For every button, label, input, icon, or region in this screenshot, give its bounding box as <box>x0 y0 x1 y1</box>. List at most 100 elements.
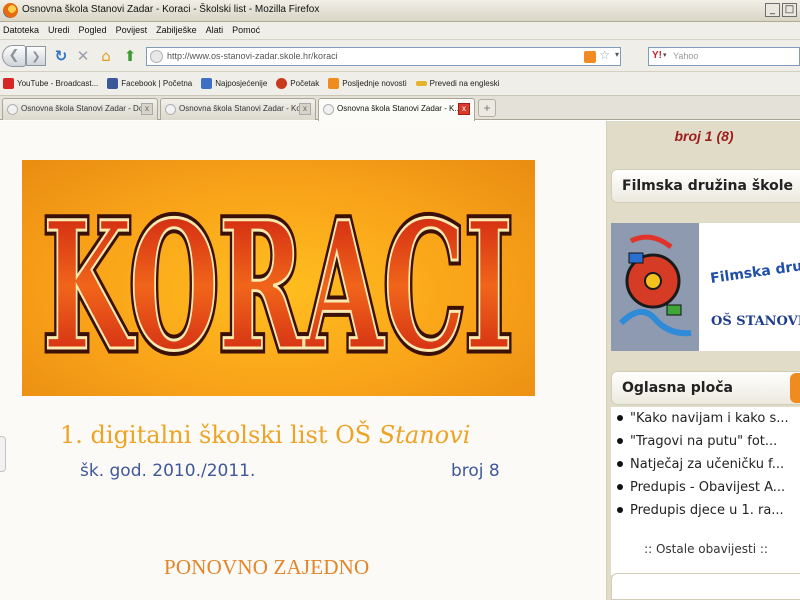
bookmark-label: Facebook | Početna <box>121 79 193 88</box>
site-identity-icon[interactable] <box>150 50 163 63</box>
minimize-button[interactable]: _ <box>765 3 780 17</box>
notice-list: "Kako navijam i kako s... "Tragovi na pu… <box>611 407 800 575</box>
menu-tools[interactable]: Alati <box>206 22 224 39</box>
menu-bar: Datoteka Uredi Pogled Povijest Zabilješk… <box>0 22 800 40</box>
notice-link[interactable]: "Tragovi na putu" fot... <box>630 434 777 449</box>
bookmark-youtube[interactable]: YouTube - Broadcast... <box>3 78 98 89</box>
site-favicon-icon <box>165 104 176 115</box>
logo-text: KORACI <box>43 183 513 390</box>
url-text[interactable]: http://www.os-stanovi-zadar.skole.hr/kor… <box>167 51 338 61</box>
article-headline[interactable]: PONOVNO ZAJEDNO <box>164 555 369 580</box>
notice-link[interactable]: "Kako navijam i kako s... <box>630 411 789 426</box>
notice-board-title: Oglasna ploča <box>622 380 733 396</box>
notice-link[interactable]: Predupis djece u 1. ra... <box>630 503 784 518</box>
menu-help[interactable]: Pomoć <box>232 22 260 39</box>
stop-button[interactable]: ✕ <box>74 46 92 66</box>
bookmark-label: Prevedi na engleski <box>429 79 500 88</box>
notice-item[interactable]: Predupis - Obavijest A... <box>617 480 785 495</box>
star-bookmark-icon[interactable]: ☆ <box>599 48 610 62</box>
forward-button[interactable]: ❯ <box>26 46 46 66</box>
window-titlebar: Osnovna škola Stanovi Zadar - Koraci - Š… <box>0 0 800 22</box>
bookmark-most-visited[interactable]: Najposjećenije <box>201 78 267 89</box>
more-notices-link[interactable]: :: Ostale obavijesti :: <box>611 542 800 556</box>
tab-koraci-active[interactable]: Osnovna škola Stanovi Zadar - K... x <box>318 98 475 121</box>
bookmark-translate[interactable]: Prevedi na engleski <box>415 79 500 88</box>
page-subtitle: 1. digitalni školski list OŠ Stanovi <box>60 421 470 449</box>
bookmark-getting-started[interactable]: Početak <box>276 78 319 89</box>
subtitle-main: 1. digitalni školski list OŠ <box>60 421 379 449</box>
notice-link[interactable]: Predupis - Obavijest A... <box>630 480 785 495</box>
search-engine-dropdown[interactable]: ▾ <box>663 51 667 59</box>
main-content: KORACI KORACI 1. digitalni školski list … <box>0 121 606 600</box>
menu-file[interactable]: Datoteka <box>3 22 39 39</box>
getting-started-icon <box>276 78 288 89</box>
tab-label: Osnovna škola Stanovi Zadar - Dobrod... <box>21 104 141 113</box>
most-visited-icon <box>201 78 213 89</box>
url-bar[interactable]: http://www.os-stanovi-zadar.skole.hr/kor… <box>146 47 621 66</box>
tab-bar: Osnovna škola Stanovi Zadar - Dobrod... … <box>0 96 800 121</box>
bullet-icon <box>617 483 623 490</box>
subtitle-school: Stanovi <box>378 421 471 449</box>
bookmarks-toolbar: YouTube - Broadcast... Facebook | Početn… <box>0 72 800 96</box>
bookmark-label: Početak <box>290 79 320 88</box>
close-tab-icon[interactable]: x <box>458 103 470 115</box>
bookmark-page-button[interactable]: ⬆ <box>120 46 140 66</box>
rss-feed-icon[interactable] <box>790 373 800 403</box>
url-history-dropdown[interactable]: ▾ <box>615 50 619 59</box>
film-frame <box>666 304 682 316</box>
notice-link[interactable]: Natječaj za učeničku f... <box>630 457 784 472</box>
bookmark-label: Posljednje novosti <box>342 79 407 88</box>
issue-number: broj 8 <box>451 461 500 481</box>
menu-bookmarks[interactable]: Zabilješke <box>156 22 197 39</box>
menu-edit[interactable]: Uredi <box>48 22 70 39</box>
rss-icon <box>328 78 340 89</box>
next-widget-header <box>611 573 800 600</box>
bookmark-label: Najposjećenije <box>215 79 268 88</box>
back-button[interactable]: ❮ <box>2 45 26 67</box>
notice-item[interactable]: Predupis djece u 1. ra... <box>617 503 784 518</box>
menu-view[interactable]: Pogled <box>79 22 107 39</box>
close-tab-icon[interactable]: x <box>299 103 311 115</box>
rss-feed-icon[interactable] <box>584 51 596 63</box>
facebook-icon <box>107 78 119 89</box>
site-favicon-icon <box>7 104 18 115</box>
notice-item[interactable]: Natječaj za učeničku f... <box>617 457 784 472</box>
home-button[interactable]: ⌂ <box>96 46 116 66</box>
bullet-icon <box>617 460 623 467</box>
tab-home[interactable]: Osnovna škola Stanovi Zadar - Dobrod... … <box>2 98 158 120</box>
film-frame <box>628 252 644 264</box>
site-favicon-icon <box>323 104 334 115</box>
bookmark-latest-headlines[interactable]: Posljednje novosti <box>328 78 407 89</box>
navigation-toolbar: ❮ ❯ ↻ ✕ ⌂ ⬆ http://www.os-stanovi-zadar.… <box>0 40 800 72</box>
tab-label: Osnovna škola Stanovi Zadar - Koraci - .… <box>179 104 299 113</box>
firefox-icon <box>3 3 18 18</box>
tab-koraci[interactable]: Osnovna škola Stanovi Zadar - Koraci - .… <box>160 98 316 120</box>
bookmark-facebook[interactable]: Facebook | Početna <box>107 78 192 89</box>
window-title: Osnovna škola Stanovi Zadar - Koraci - Š… <box>22 4 320 15</box>
maximize-button[interactable]: □ <box>782 3 797 17</box>
translate-icon <box>415 81 427 86</box>
notice-item[interactable]: "Kako navijam i kako s... <box>617 411 789 426</box>
page-viewport[interactable]: KORACI KORACI 1. digitalni školski list … <box>0 121 800 600</box>
menu-history[interactable]: Povijest <box>116 22 148 39</box>
koraci-logo: KORACI KORACI <box>22 160 535 396</box>
yahoo-icon[interactable]: Y! <box>652 50 662 61</box>
side-panel-handle[interactable] <box>0 436 6 472</box>
film-reel-hub <box>644 272 662 290</box>
reload-button[interactable]: ↻ <box>51 46 71 66</box>
sidebar: broj 1 (8) Filmska družina škole Filmska… <box>606 121 800 600</box>
film-club-banner[interactable]: Filmska družina OŠ STANOVI <box>611 223 800 351</box>
banner-school-text: OŠ STANOVI <box>711 312 800 329</box>
notice-item[interactable]: "Tragovi na putu" fot... <box>617 434 777 449</box>
bullet-icon <box>617 437 623 444</box>
close-tab-icon[interactable]: x <box>141 103 153 115</box>
search-bar[interactable]: Y! ▾ Yahoo <box>648 47 800 66</box>
new-tab-button[interactable]: + <box>478 99 496 117</box>
school-year: šk. god. 2010./2011. <box>80 461 256 481</box>
search-input[interactable]: Yahoo <box>673 51 698 61</box>
film-club-title: Filmska družina škole <box>622 178 794 194</box>
youtube-icon <box>3 78 14 89</box>
film-club-widget-header: Filmska družina škole <box>611 169 800 203</box>
bullet-icon <box>617 414 623 421</box>
banner-title-text: Filmska družina <box>709 254 800 287</box>
